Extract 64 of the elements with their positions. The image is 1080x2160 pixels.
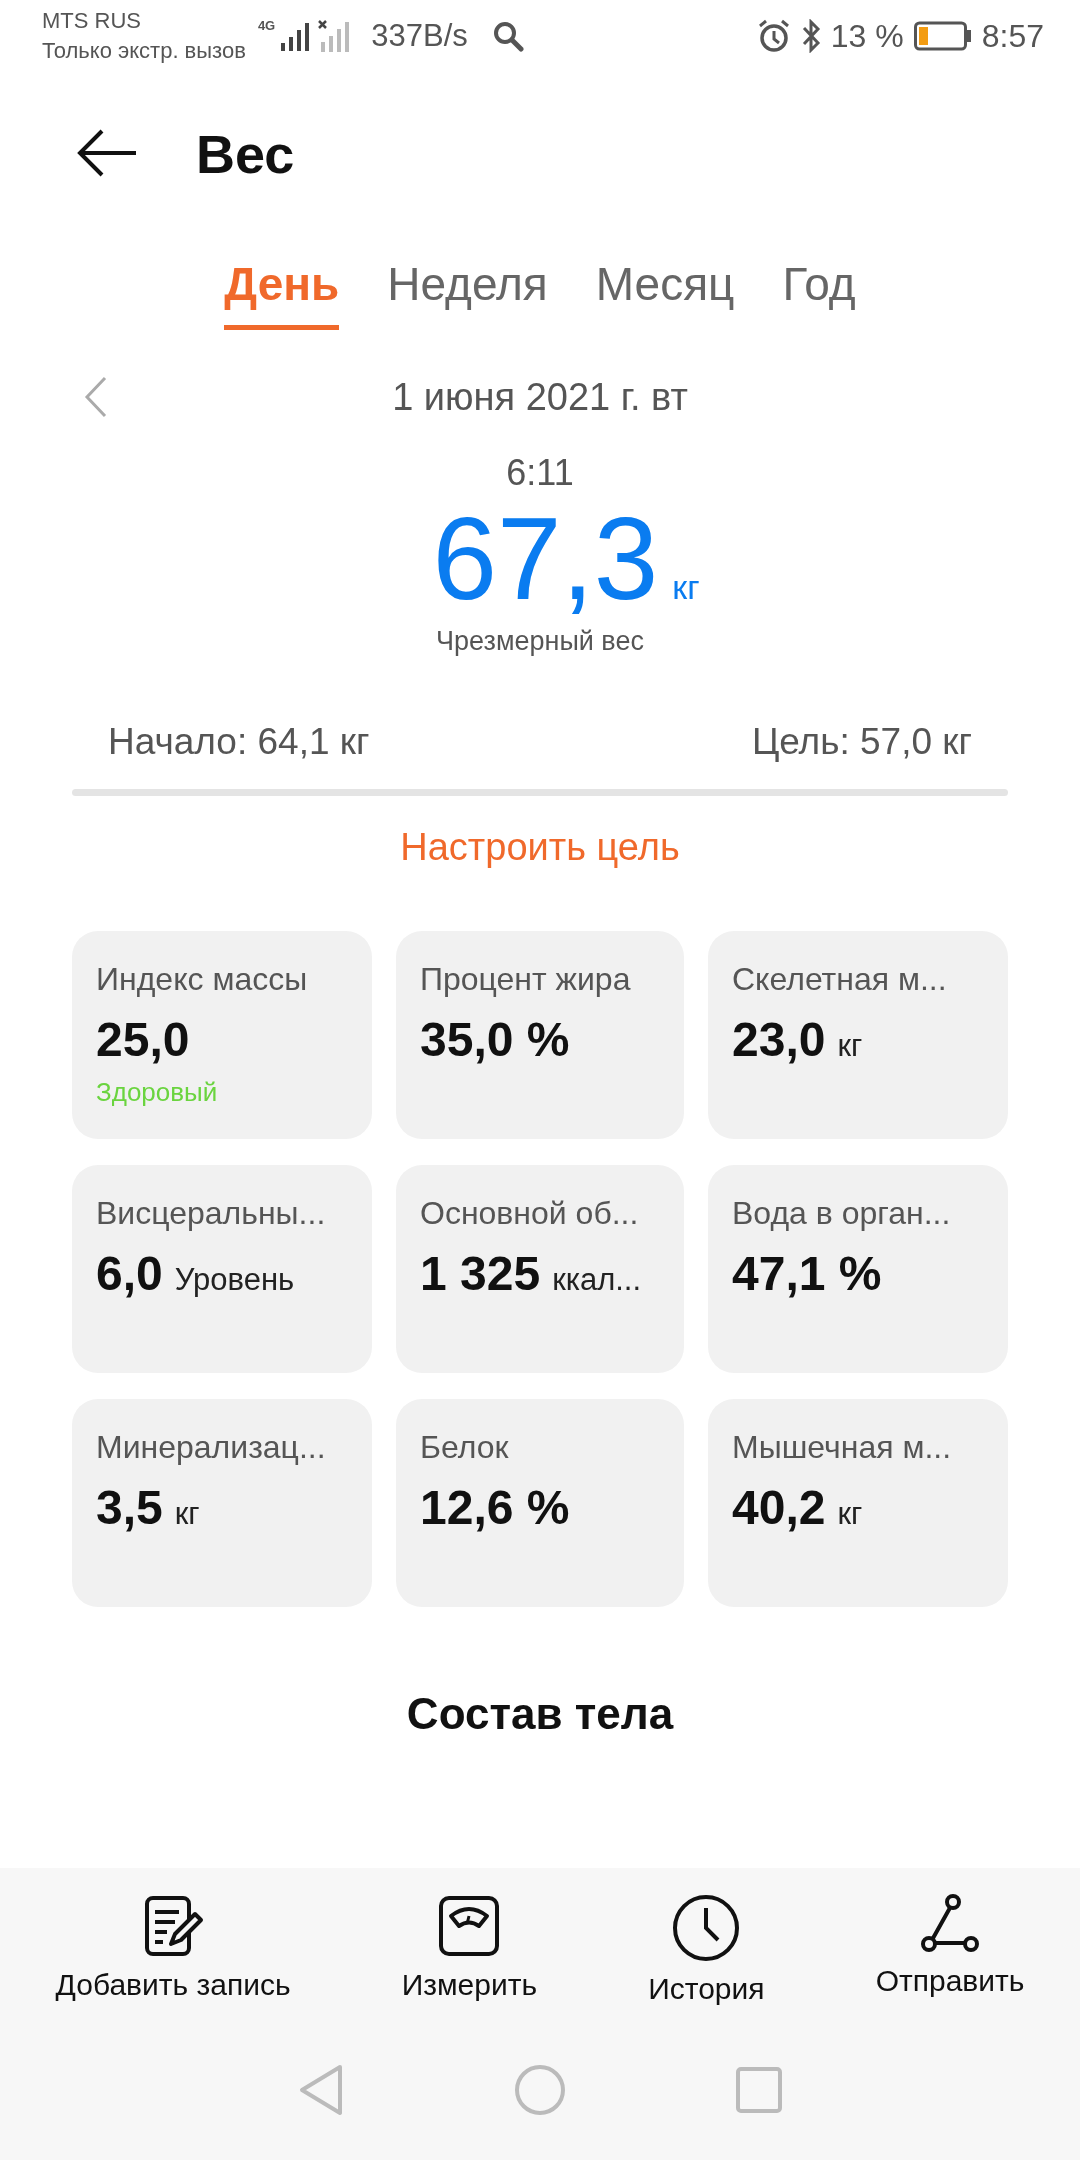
weight-unit: кг	[672, 568, 700, 607]
battery-percent: 13 %	[830, 17, 904, 55]
weight-status: Чрезмерный вес	[435, 626, 645, 657]
reading-time: 6:11	[505, 452, 575, 494]
metric-value: 40,2	[732, 1480, 826, 1535]
back-nav-icon[interactable]	[298, 2064, 344, 2116]
period-tab[interactable]: Год	[782, 242, 856, 330]
metric-card[interactable]: Вода в орган... 47,1 %	[708, 1165, 1008, 1373]
page-title: Вес	[196, 123, 295, 185]
goal-weight: Цель: 57,0 кг	[751, 721, 972, 763]
action-button[interactable]: Добавить запись	[49, 1894, 297, 2006]
bluetooth-icon	[800, 19, 821, 53]
period-tab[interactable]: Месяц	[595, 242, 735, 330]
carrier-note: Только экстр. вызов	[42, 37, 246, 65]
metric-value: 6,0	[96, 1246, 163, 1301]
section-title: Состав тела	[405, 1689, 675, 1739]
metric-card[interactable]: Индекс массы 25,0 Здоровый	[72, 931, 372, 1139]
start-weight: Начало: 64,1 кг	[108, 721, 370, 763]
search-icon	[491, 20, 524, 52]
metric-unit: кг	[837, 1496, 863, 1532]
action-button[interactable]: Отправить	[869, 1894, 1031, 2006]
period-tab[interactable]: Неделя	[387, 242, 548, 330]
metric-unit: Уровень	[174, 1262, 295, 1298]
metric-card[interactable]: Минерализац... 3,5 кг	[72, 1399, 372, 1607]
recents-nav-icon[interactable]	[736, 2067, 782, 2113]
date-label: 1 июня 2021 г. вт	[392, 375, 688, 419]
metric-card[interactable]: Белок 12,6 %	[396, 1399, 684, 1607]
metric-value: 12,6 %	[420, 1480, 570, 1535]
carrier-name: MTS RUS	[42, 7, 142, 35]
metric-value: 25,0	[96, 1012, 190, 1067]
scale-icon	[437, 1894, 502, 1958]
metric-value: 47,1 %	[732, 1246, 882, 1301]
metric-label: Процент жира	[420, 961, 631, 998]
metric-card[interactable]: Скелетная м... 23,0 кг	[708, 931, 1008, 1139]
metric-unit: кг	[837, 1028, 863, 1064]
metric-label: Скелетная м...	[732, 961, 947, 998]
metric-value: 23,0	[732, 1012, 826, 1067]
network-type: 4G	[257, 18, 276, 33]
home-nav-icon[interactable]	[514, 2064, 566, 2116]
metric-label: Основной об...	[420, 1195, 639, 1232]
metric-unit: кг	[174, 1496, 200, 1532]
metric-label: Индекс массы	[96, 961, 308, 998]
metric-value: 3,5	[96, 1480, 163, 1535]
metric-status: Здоровый	[96, 1077, 218, 1108]
metric-label: Вода в орган...	[732, 1195, 951, 1232]
battery-icon	[913, 21, 972, 51]
metric-label: Белок	[420, 1429, 509, 1466]
action-button[interactable]: История	[642, 1894, 771, 2006]
metric-label: Минерализац...	[96, 1429, 326, 1466]
metric-card[interactable]: Висцеральны... 6,0 Уровень	[72, 1165, 372, 1373]
metric-unit: ккал...	[552, 1262, 642, 1298]
network-speed: 337B/s	[371, 18, 468, 54]
metric-label: Висцеральны...	[96, 1195, 326, 1232]
metric-card[interactable]: Мышечная м... 40,2 кг	[708, 1399, 1008, 1607]
metric-value: 35,0 %	[420, 1012, 570, 1067]
clock-time: 8:57	[981, 17, 1044, 55]
action-button[interactable]: Измерить	[395, 1894, 544, 2006]
alarm-icon	[756, 19, 791, 53]
weight-value: 67,3	[432, 494, 659, 624]
metric-value: 1 325	[420, 1246, 541, 1301]
metric-card[interactable]: Основной об... 1 325 ккал...	[396, 1165, 684, 1373]
metric-label: Мышечная м...	[732, 1429, 952, 1466]
metric-card[interactable]: Процент жира 35,0 %	[396, 931, 684, 1139]
clock-icon	[672, 1894, 741, 1962]
